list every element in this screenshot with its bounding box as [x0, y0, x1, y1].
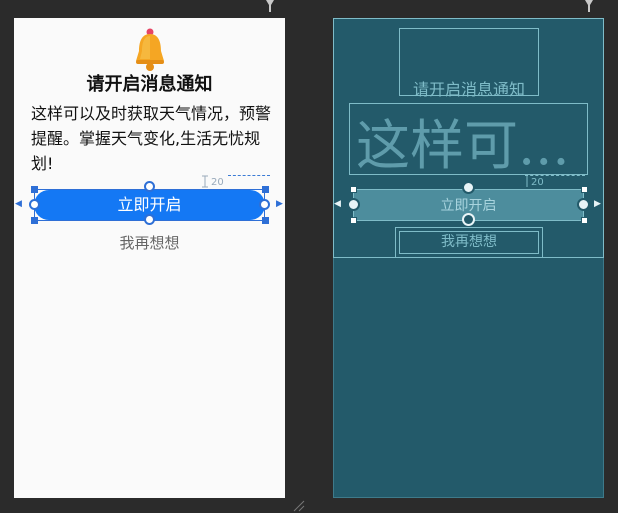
resize-handle[interactable] — [581, 186, 588, 193]
constraint-arrow-left-icon: ◀ — [15, 199, 22, 209]
margin-value: 20 — [531, 177, 544, 188]
constraint-handle-top[interactable] — [144, 181, 155, 192]
constraint-handle-left[interactable] — [29, 199, 40, 210]
constraint-handle-bottom[interactable] — [462, 213, 475, 226]
blueprint-message-preview: 这样可... — [356, 114, 570, 175]
resize-handle[interactable] — [581, 217, 588, 224]
resize-handle[interactable] — [31, 217, 38, 224]
margin-marker-icon — [202, 175, 208, 188]
constraint-arrow-left-icon: ◀ — [334, 199, 341, 209]
blueprint-maybe-later-button[interactable]: 我再想想 — [395, 227, 543, 258]
constraint-handle-right[interactable] — [259, 199, 270, 210]
resize-handle[interactable] — [262, 186, 269, 193]
blueprint-surface[interactable]: 请开启消息通知 这样可... 20 立即开启 ◀ ▶ 我再想想 — [333, 18, 604, 498]
margin-guide — [228, 175, 270, 176]
resize-handle[interactable] — [262, 217, 269, 224]
design-surface[interactable]: 请开启消息通知 这样可以及时获取天气情况，预警提醒。掌握天气变化,生活无忧规划!… — [14, 18, 285, 498]
constraint-handle-left[interactable] — [347, 198, 360, 211]
pin-icon — [585, 0, 593, 12]
resize-grip-icon[interactable] — [292, 500, 306, 512]
margin-guide — [525, 175, 585, 176]
dialog-message: 这样可以及时获取天气情况，预警提醒。掌握天气变化,生活无忧规划! — [31, 104, 272, 173]
blueprint-title: 请开启消息通知 — [412, 80, 525, 99]
dialog-title: 请开启消息通知 — [86, 74, 213, 95]
margin-value: 20 — [211, 177, 224, 188]
margin-marker-icon — [526, 176, 528, 187]
bell-icon — [136, 28, 164, 71]
resize-handle[interactable] — [31, 186, 38, 193]
blueprint-message-outline[interactable]: 这样可... — [349, 103, 588, 175]
maybe-later-button[interactable]: 我再想想 — [14, 232, 285, 253]
constraint-handle-bottom[interactable] — [144, 214, 155, 225]
constraint-arrow-right-icon: ▶ — [594, 199, 601, 209]
constraint-arrow-right-icon: ▶ — [276, 199, 283, 209]
constraint-handle-right[interactable] — [577, 198, 590, 211]
constraint-handle-top[interactable] — [462, 181, 475, 194]
pin-icon — [266, 0, 274, 12]
resize-handle[interactable] — [350, 217, 357, 224]
resize-handle[interactable] — [350, 186, 357, 193]
